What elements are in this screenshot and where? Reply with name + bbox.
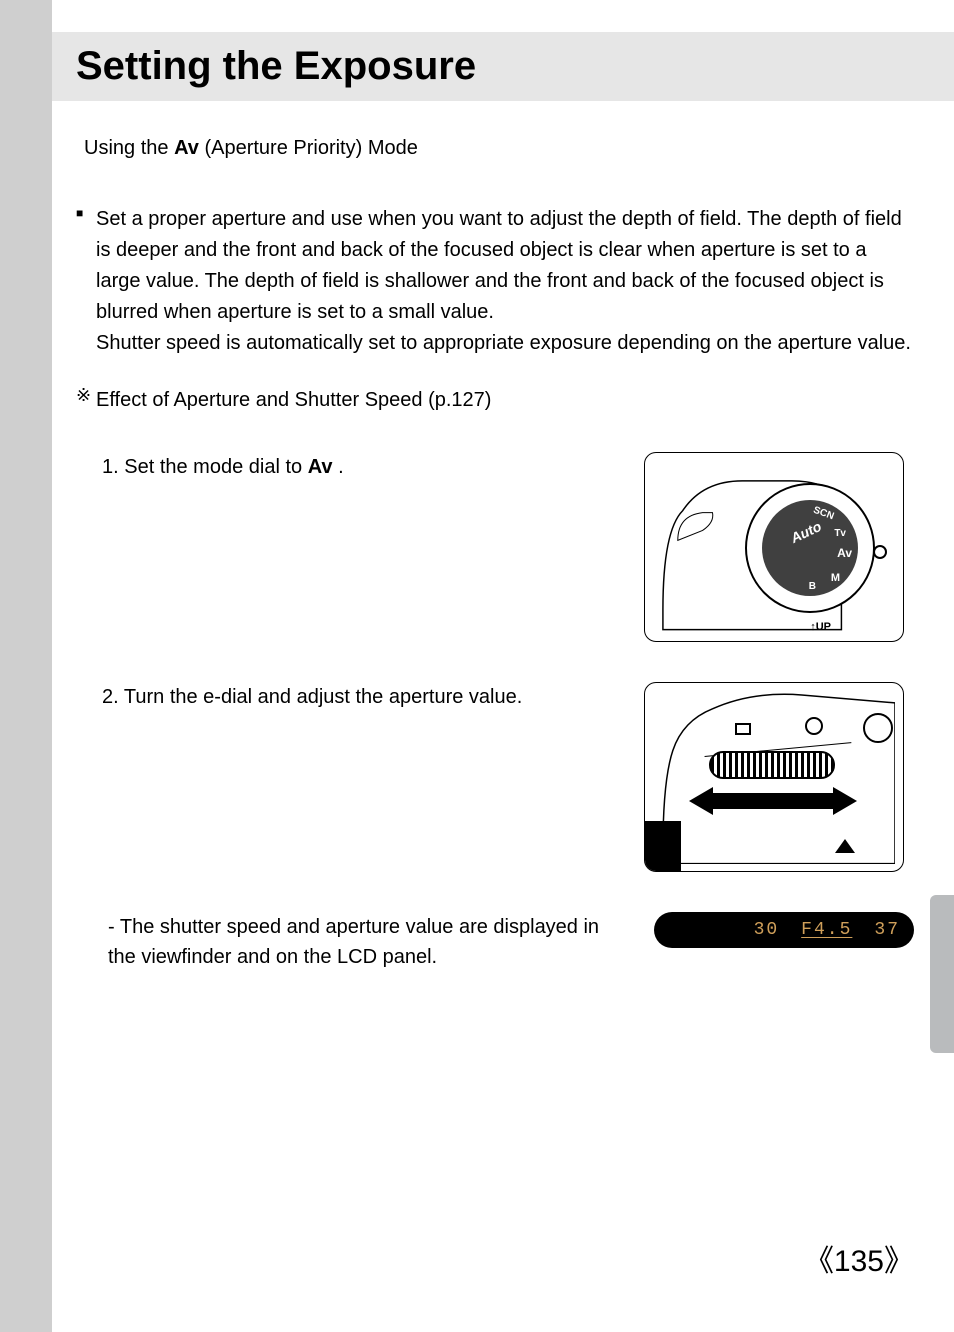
step-2-text: 2. Turn the e-dial and adjust the apertu…	[102, 682, 644, 712]
inner-content: Using the Av (Aperture Priority) Mode Se…	[52, 137, 954, 972]
left-crop-margin	[0, 0, 52, 1332]
av-mode-icon: Av	[174, 137, 199, 159]
dial-label-auto: Auto	[788, 518, 824, 546]
mode-dial-inner: Auto SCN Tv Av M B	[762, 500, 858, 596]
af-point-icon	[735, 723, 751, 735]
step-2-note-text: - The shutter speed and aperture value a…	[108, 912, 654, 972]
title-bar: Setting the Exposure	[52, 32, 954, 101]
reference-mark-icon: ※	[76, 385, 96, 406]
reference-text: Effect of Aperture and Shutter Speed (p.…	[96, 385, 914, 416]
bullet-square-icon	[76, 204, 96, 222]
step1-prefix: 1. Set the mode dial to	[102, 456, 308, 478]
description-text: Set a proper aperture and use when you w…	[96, 204, 914, 359]
description-para1: Set a proper aperture and use when you w…	[96, 204, 914, 328]
step-1-row: 1. Set the mode dial to Av . Auto SCN Tv	[76, 452, 914, 652]
step-1-image: Auto SCN Tv Av M B ↑UP	[644, 452, 914, 642]
description-block: Set a proper aperture and use when you w…	[76, 204, 914, 359]
step1-suffix: .	[338, 456, 344, 478]
arrow-right-icon	[833, 787, 857, 815]
page-title: Setting the Exposure	[76, 44, 930, 89]
viewfinder-readout: 30 F4.5 37	[654, 912, 914, 948]
page-number: 《135》	[804, 1236, 914, 1280]
vf-shutter-value: 30	[754, 920, 780, 940]
dial-label-av: Av	[837, 546, 852, 560]
step-2-image	[644, 682, 914, 872]
vf-count-value: 37	[874, 920, 900, 940]
section-tab	[930, 895, 954, 1053]
subtitle-suffix: (Aperture Priority) Mode	[204, 137, 417, 159]
dial-label-m: M	[831, 572, 840, 584]
triangle-up-icon	[837, 839, 853, 851]
step-2-note-row: - The shutter speed and aperture value a…	[76, 912, 914, 972]
e-dial-icon	[709, 751, 835, 779]
e-dial-diagram	[644, 682, 904, 872]
dial-label-b: B	[809, 581, 816, 592]
mode-subtitle: Using the Av (Aperture Priority) Mode	[76, 137, 914, 160]
dial-pointer-icon	[873, 545, 887, 559]
av-mode-icon: Av	[308, 456, 333, 478]
step-2-row: 2. Turn the e-dial and adjust the apertu…	[76, 682, 914, 882]
magnify-icon	[805, 717, 823, 735]
mode-dial-diagram: Auto SCN Tv Av M B ↑UP	[644, 452, 904, 642]
dial-label-tv: Tv	[834, 528, 846, 539]
vf-aperture-value: F4.5	[801, 920, 852, 940]
shutter-button-icon	[863, 713, 893, 743]
arrow-bar-icon	[709, 793, 837, 809]
reference-block: ※ Effect of Aperture and Shutter Speed (…	[76, 385, 914, 416]
content-area: Setting the Exposure Using the Av (Apert…	[52, 0, 954, 972]
tup-label: ↑UP	[810, 621, 831, 633]
description-para2: Shutter speed is automatically set to ap…	[96, 328, 914, 359]
step-1-text: 1. Set the mode dial to Av .	[102, 452, 644, 482]
mode-dial-icon: Auto SCN Tv Av M B	[745, 483, 875, 613]
viewfinder-panel: 30 F4.5 37	[654, 912, 914, 948]
subtitle-prefix: Using the	[84, 137, 174, 159]
lcd-corner-icon	[645, 821, 681, 871]
